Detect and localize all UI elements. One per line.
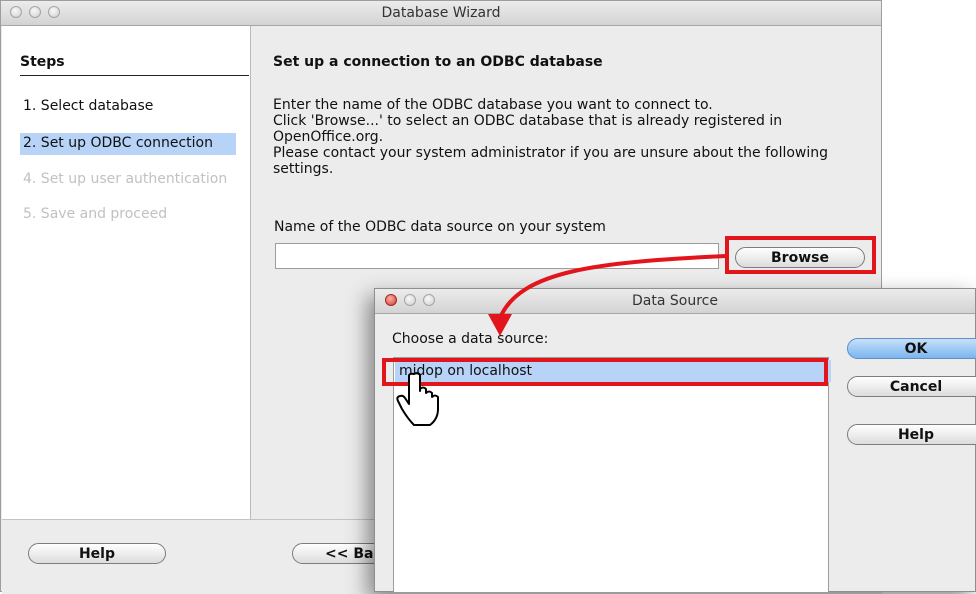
dialog-titlebar: Data Source bbox=[375, 289, 975, 314]
choose-source-label: Choose a data source: bbox=[392, 331, 549, 347]
description-line: Please contact your system administrator… bbox=[273, 145, 829, 161]
description-line: Enter the name of the ODBC database you … bbox=[273, 97, 713, 113]
steps-heading: Steps bbox=[20, 54, 65, 70]
dialog-help-button[interactable]: Help bbox=[847, 424, 976, 445]
dialog-title: Data Source bbox=[632, 293, 718, 309]
browse-highlight-frame bbox=[725, 236, 876, 274]
step-save-and-proceed: 5. Save and proceed bbox=[23, 206, 168, 222]
description-line: settings. bbox=[273, 161, 334, 177]
description-line: Click 'Browse...' to select an ODBC data… bbox=[273, 113, 783, 129]
steps-sidebar: Steps 1. Select database 2. Set up ODBC … bbox=[2, 26, 251, 519]
page-heading: Set up a connection to an ODBC database bbox=[273, 54, 603, 70]
odbc-source-input[interactable] bbox=[275, 243, 719, 269]
step-user-authentication: 4. Set up user authentication bbox=[23, 171, 228, 187]
step-select-database[interactable]: 1. Select database bbox=[20, 96, 236, 118]
item-highlight-frame bbox=[382, 358, 828, 386]
data-source-list[interactable]: midop on localhost bbox=[393, 357, 831, 593]
description-line: OpenOffice.org. bbox=[273, 129, 384, 145]
help-button[interactable]: Help bbox=[28, 543, 166, 564]
step-setup-odbc-connection[interactable]: 2. Set up ODBC connection bbox=[20, 133, 236, 155]
wizard-titlebar: Database Wizard bbox=[1, 1, 881, 26]
odbc-source-label: Name of the ODBC data source on your sys… bbox=[274, 219, 606, 235]
window-title: Database Wizard bbox=[381, 5, 501, 21]
data-source-dialog: Data Source Choose a data source: midop … bbox=[374, 288, 976, 593]
steps-divider bbox=[20, 75, 249, 76]
ok-button[interactable]: OK bbox=[847, 338, 976, 359]
cancel-button[interactable]: Cancel bbox=[847, 376, 976, 397]
description-text: Enter the name of the ODBC database you … bbox=[273, 97, 873, 177]
